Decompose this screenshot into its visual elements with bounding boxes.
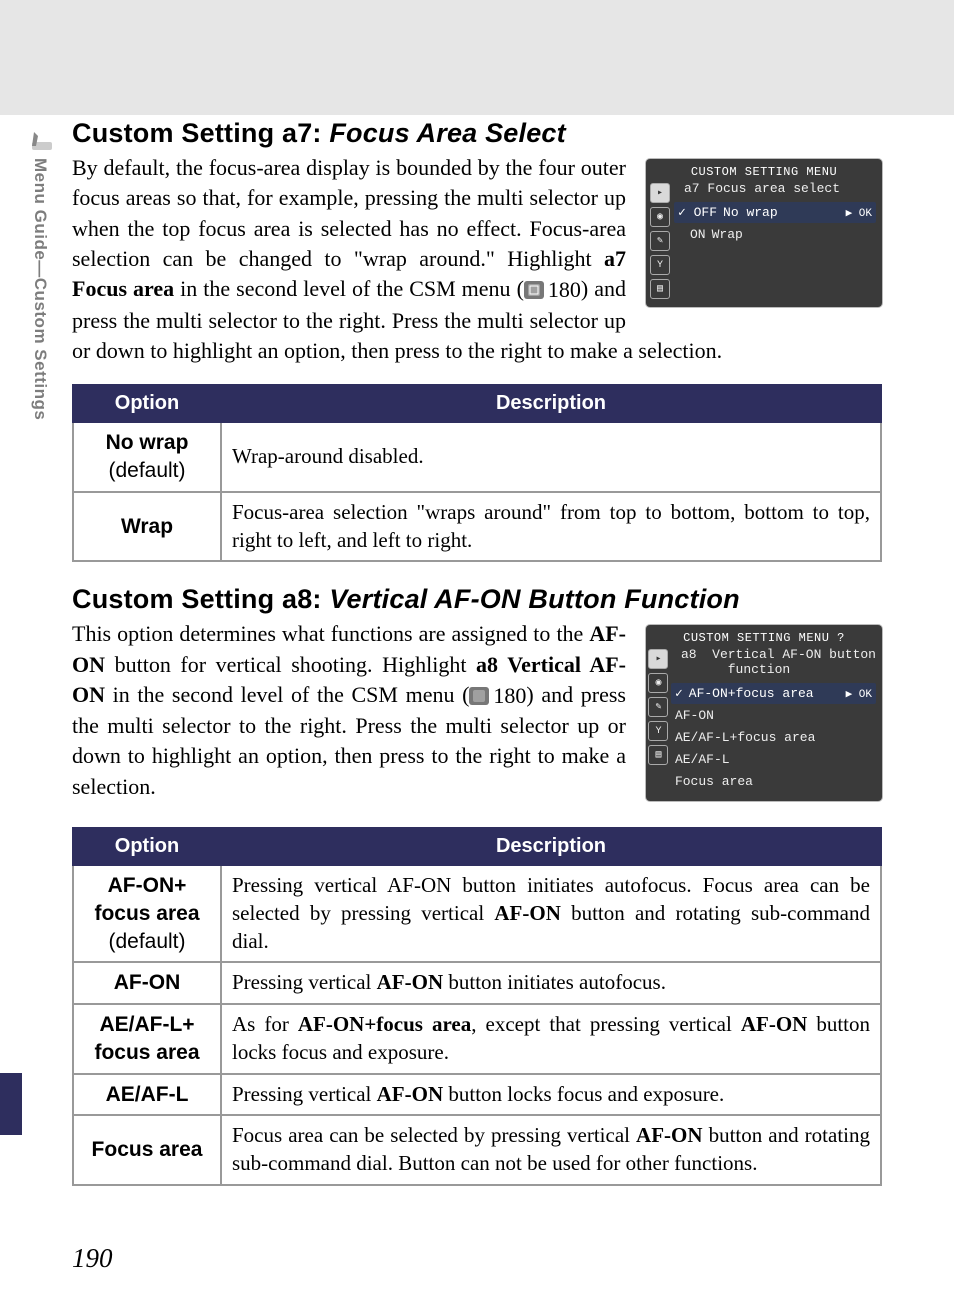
lcd-title: CUSTOM SETTING MENU (646, 165, 882, 179)
lcd-option: AE/AF-L (671, 749, 876, 770)
page-xref: 180 (524, 275, 581, 305)
lcd-option-wrap: ONWrap (674, 224, 876, 245)
lcd-screenshot-a7: CUSTOM SETTING MENU ▸ ◉ ✎ Y ▤ a7 Focus a… (646, 159, 882, 307)
page-icon: ▤ (648, 745, 668, 765)
page-icon: ▤ (650, 279, 670, 299)
playback-icon: ▸ (648, 649, 668, 669)
playback-icon: ▸ (650, 183, 670, 203)
camera-icon: ◉ (648, 673, 668, 693)
page-ref-icon (469, 687, 489, 705)
col-option: Option (73, 828, 221, 865)
table-row: AE/AF-L+ focus area As for AF-ON+focus a… (73, 1004, 881, 1073)
lcd-subtitle: a7 Focus area select (674, 181, 876, 196)
pencil-icon: ✎ (650, 231, 670, 251)
pencil-icon: ✎ (648, 697, 668, 717)
table-a7: OptionDescription No wrap(default) Wrap-… (72, 384, 882, 562)
lcd-subtitle: a8 Vertical AF-ON button function (671, 647, 876, 677)
lcd-option: AE/AF-L+focus area (671, 727, 876, 748)
pencil-icon (30, 128, 54, 152)
wrench-icon: Y (650, 255, 670, 275)
page-header-band (0, 0, 954, 115)
table-row: AF-ON+ focus area(default) Pressing vert… (73, 865, 881, 962)
thumb-index-bar (0, 1073, 22, 1135)
lcd-option: AF-ON (671, 705, 876, 726)
heading-a8: Custom Setting a8: Vertical AF-ON Button… (72, 584, 882, 615)
page-number: 190 (72, 1243, 113, 1274)
col-description: Description (221, 828, 881, 865)
camera-icon: ◉ (650, 207, 670, 227)
table-row: AF-ON Pressing vertical AF-ON button ini… (73, 962, 881, 1004)
table-row: No wrap(default) Wrap-around disabled. (73, 422, 881, 491)
table-row: Focus area Focus area can be selected by… (73, 1115, 881, 1184)
col-description: Description (221, 385, 881, 422)
lcd-option: ✓AF-ON+focus area▶ OK (671, 683, 876, 704)
lcd-option: Focus area (671, 771, 876, 792)
table-row: AE/AF-L Pressing vertical AF-ON button l… (73, 1074, 881, 1116)
lcd-title: CUSTOM SETTING MENU ? (646, 631, 882, 645)
side-tab-label: Menu Guide—Custom Settings (30, 158, 50, 420)
help-icon: ? (837, 631, 845, 645)
wrench-icon: Y (648, 721, 668, 741)
lcd-side-icons: ▸ ◉ ✎ Y ▤ (646, 647, 671, 793)
col-option: Option (73, 385, 221, 422)
side-tab: Menu Guide—Custom Settings (30, 128, 60, 1108)
page-xref: 180 (469, 681, 526, 711)
heading-a7: Custom Setting a7: Focus Area Select (72, 118, 882, 149)
lcd-screenshot-a8: CUSTOM SETTING MENU ? ▸ ◉ ✎ Y ▤ a8 Verti… (646, 625, 882, 801)
page-ref-icon (524, 281, 544, 299)
table-row: Wrap Focus-area selection "wraps around"… (73, 492, 881, 561)
lcd-side-icons: ▸ ◉ ✎ Y ▤ (646, 181, 674, 299)
table-a8: OptionDescription AF-ON+ focus area(defa… (72, 827, 882, 1185)
lcd-option-no-wrap: ✓ OFFNo wrap▶ OK (674, 202, 876, 223)
